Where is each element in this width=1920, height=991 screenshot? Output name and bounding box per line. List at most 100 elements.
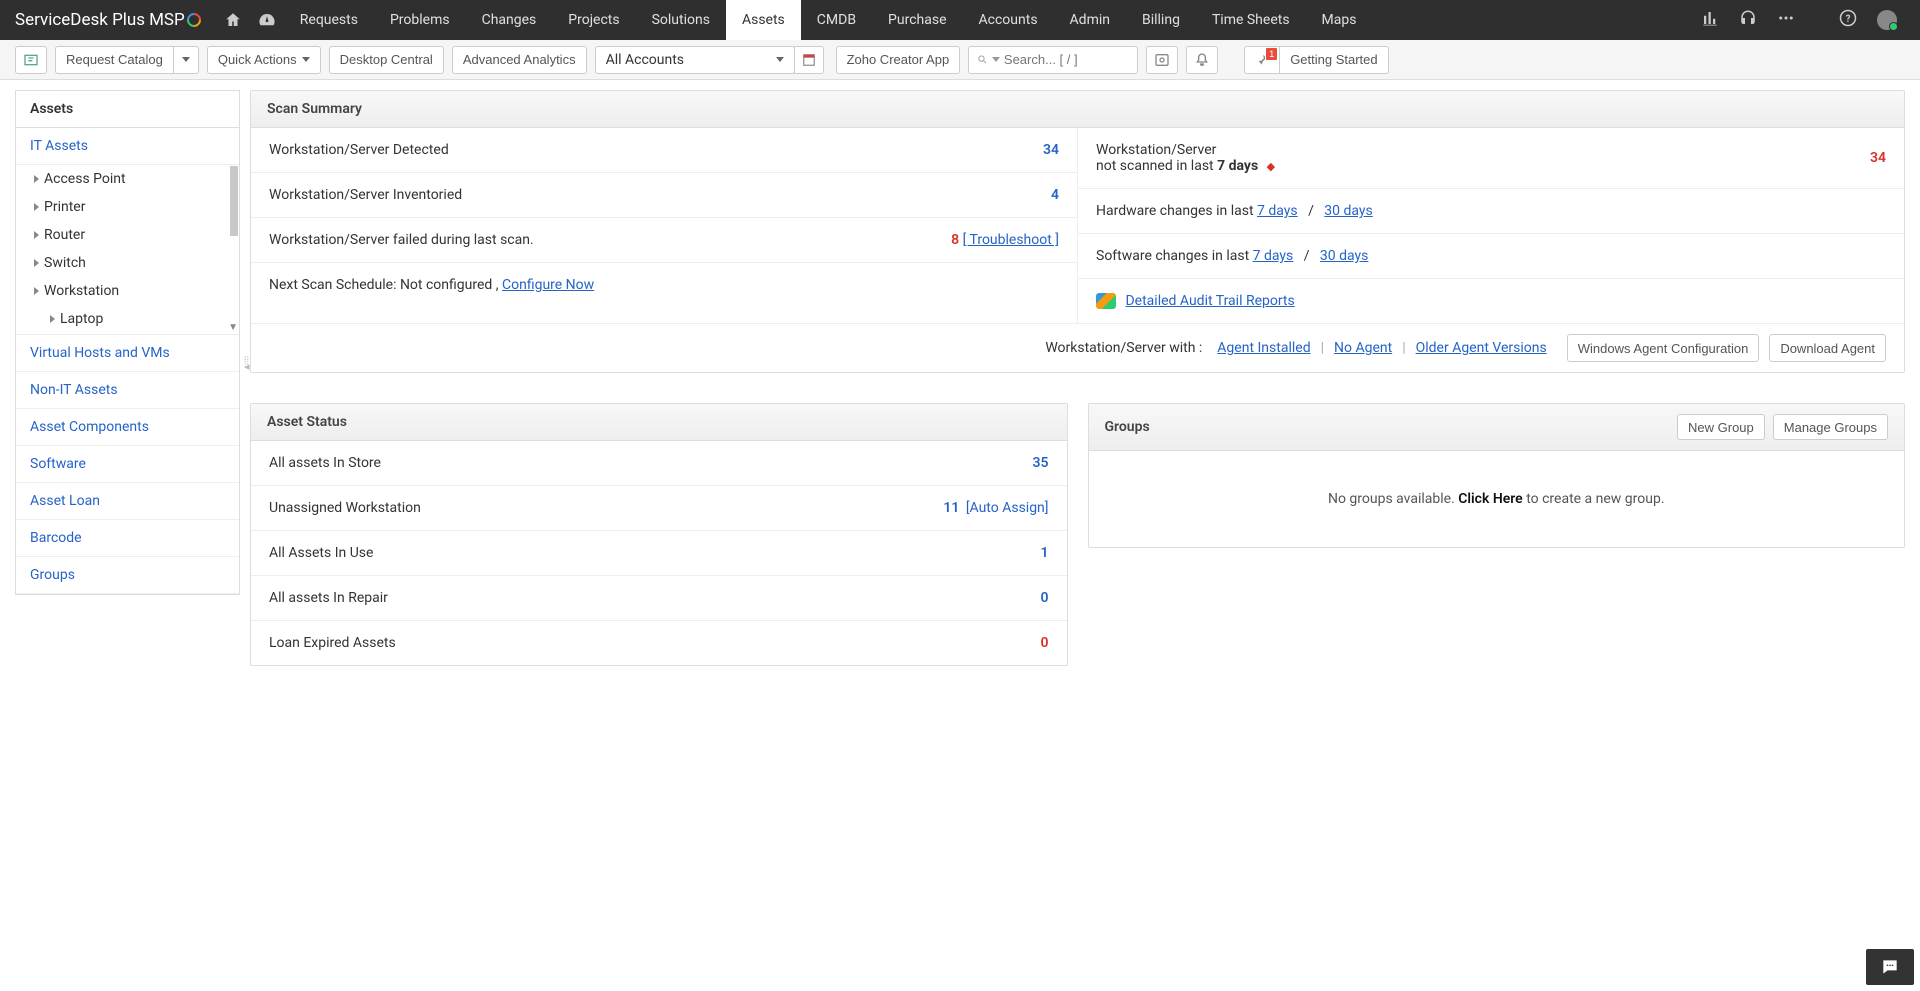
asset-status-label: All assets In Store [269, 455, 1033, 471]
separator: | [1402, 340, 1405, 356]
download-agent-button[interactable]: Download Agent [1769, 334, 1886, 362]
sidebar-section-non-it-assets[interactable]: Non-IT Assets [16, 372, 239, 409]
sw-30days-link[interactable]: 30 days [1320, 248, 1368, 264]
not-scanned-sub: not scanned in last [1096, 158, 1217, 174]
asset-status-value[interactable]: 0 [1041, 590, 1049, 606]
sidebar-section-groups[interactable]: Groups [16, 557, 239, 594]
request-catalog-dropdown[interactable]: Request Catalog [55, 46, 199, 74]
topnav-item-assets[interactable]: Assets [726, 0, 801, 40]
sw-7days-link[interactable]: 7 days [1253, 248, 1294, 264]
sidebar-section-it-assets[interactable]: IT Assets [16, 128, 239, 165]
asset-status-value[interactable]: 11 [943, 500, 959, 516]
topnav-item-purchase[interactable]: Purchase [872, 0, 962, 40]
asset-status-value[interactable]: 1 [1041, 545, 1049, 561]
chevron-down-icon [182, 57, 190, 62]
notifications-icon-button[interactable] [1186, 46, 1218, 74]
groups-click-here[interactable]: Click Here [1458, 491, 1522, 507]
tree-item-router[interactable]: Router [16, 221, 239, 249]
sidebar-section-asset-components[interactable]: Asset Components [16, 409, 239, 446]
topnav-item-projects[interactable]: Projects [552, 0, 635, 40]
sort-toggle-icon[interactable]: ◆ [1267, 160, 1275, 173]
tree-item-desktop[interactable]: Desktop [16, 333, 239, 335]
app-logo[interactable]: ServiceDesk Plus MSP [0, 10, 216, 30]
chat-fab[interactable] [1866, 949, 1914, 985]
topnav-item-accounts[interactable]: Accounts [963, 0, 1054, 40]
topnav-item-changes[interactable]: Changes [466, 0, 553, 40]
tree-item-label: Laptop [60, 311, 103, 327]
new-group-button[interactable]: New Group [1677, 414, 1765, 440]
topnav-item-admin[interactable]: Admin [1054, 0, 1126, 40]
older-agent-link[interactable]: Older Agent Versions [1416, 340, 1547, 356]
topnav-items: RequestsProblemsChangesProjectsSolutions… [284, 0, 1373, 40]
tree-item-access-point[interactable]: Access Point [16, 165, 239, 193]
pin-icon-button[interactable]: 1 [1244, 46, 1280, 74]
tree-item-printer[interactable]: Printer [16, 193, 239, 221]
tree-item-switch[interactable]: Switch [16, 249, 239, 277]
troubleshoot-link[interactable]: [ Troubleshoot ] [963, 232, 1059, 248]
hw-30days-link[interactable]: 30 days [1324, 203, 1372, 219]
no-agent-link[interactable]: No Agent [1334, 340, 1392, 356]
asset-status-label: Loan Expired Assets [269, 635, 1041, 651]
tree-expand-icon [50, 315, 55, 323]
sidebar-title: Assets [16, 91, 239, 128]
desktop-central-button[interactable]: Desktop Central [329, 46, 444, 74]
secondary-toolbar: Request Catalog Quick Actions Desktop Ce… [0, 40, 1920, 80]
scan-barcode-icon-button[interactable] [1146, 46, 1178, 74]
scrollbar-thumb[interactable] [230, 166, 238, 236]
windows-agent-config-button[interactable]: Windows Agent Configuration [1567, 334, 1760, 362]
sidebar-collapse-handle[interactable]: ⦙⦙◂ [244, 358, 250, 370]
detailed-audit-reports-link[interactable]: Detailed Audit Trail Reports [1125, 293, 1294, 309]
user-menu[interactable] [1869, 2, 1905, 38]
sidebar-section-virtual-hosts[interactable]: Virtual Hosts and VMs [16, 335, 239, 372]
asset-status-value-wrap: 35 [1033, 455, 1049, 471]
scan-row-value[interactable]: 34 [1043, 142, 1059, 158]
tree-expand-icon [34, 231, 39, 239]
topnav-item-billing[interactable]: Billing [1126, 0, 1196, 40]
hw-7days-link[interactable]: 7 days [1257, 203, 1298, 219]
groups-empty-pre: No groups available. [1328, 491, 1458, 507]
topnav-item-solutions[interactable]: Solutions [636, 0, 726, 40]
account-select[interactable]: All Accounts [595, 46, 795, 74]
global-search[interactable] [968, 46, 1138, 74]
topnav-item-time-sheets[interactable]: Time Sheets [1196, 0, 1306, 40]
sidebar-section-barcode[interactable]: Barcode [16, 520, 239, 557]
quick-actions-dropdown[interactable]: Quick Actions [207, 46, 321, 74]
asset-status-row: All assets In Repair0 [251, 576, 1067, 621]
getting-started-button[interactable]: Getting Started [1280, 46, 1388, 74]
account-picker-icon-button[interactable] [794, 46, 824, 74]
dashboard-gauge-icon[interactable] [250, 0, 284, 40]
asset-status-value[interactable]: 35 [1033, 455, 1049, 471]
tree-expand-icon [34, 259, 39, 267]
search-input[interactable] [1004, 52, 1129, 67]
more-menu-icon[interactable] [1769, 1, 1803, 39]
help-icon[interactable]: ? [1831, 1, 1865, 39]
tree-item-laptop[interactable]: Laptop [16, 305, 239, 333]
request-catalog-button[interactable]: Request Catalog [55, 46, 173, 74]
tree-item-workstation[interactable]: Workstation [16, 277, 239, 305]
tree-item-label: Printer [44, 199, 85, 215]
topnav-item-requests[interactable]: Requests [284, 0, 374, 40]
zoho-creator-button[interactable]: Zoho Creator App [836, 46, 961, 74]
separator: / [1297, 248, 1317, 264]
scan-row-value[interactable]: 4 [1051, 187, 1059, 203]
agent-installed-link[interactable]: Agent Installed [1217, 340, 1310, 356]
headset-support-icon[interactable] [1731, 1, 1765, 39]
scroll-down-arrow[interactable]: ▼ [228, 322, 238, 333]
asset-status-value[interactable]: 0 [1041, 635, 1049, 651]
sidebar-section-software[interactable]: Software [16, 446, 239, 483]
home-icon[interactable] [216, 0, 250, 40]
configure-now-link[interactable]: Configure Now [502, 277, 594, 293]
manage-groups-button[interactable]: Manage Groups [1773, 414, 1888, 440]
sidebar-section-asset-loan[interactable]: Asset Loan [16, 483, 239, 520]
new-request-icon-button[interactable] [15, 46, 47, 74]
topnav-item-problems[interactable]: Problems [374, 0, 466, 40]
not-scanned-count[interactable]: 34 [1870, 150, 1886, 166]
request-catalog-caret[interactable] [173, 46, 199, 74]
topnav-item-cmdb[interactable]: CMDB [801, 0, 872, 40]
auto-assign-link[interactable]: [Auto Assign] [962, 500, 1048, 516]
scan-row-value[interactable]: 8 [ Troubleshoot ] [951, 232, 1059, 248]
reports-chart-icon[interactable] [1693, 1, 1727, 39]
topnav-item-maps[interactable]: Maps [1306, 0, 1373, 40]
advanced-analytics-button[interactable]: Advanced Analytics [452, 46, 587, 74]
asset-status-row: All Assets In Use1 [251, 531, 1067, 576]
